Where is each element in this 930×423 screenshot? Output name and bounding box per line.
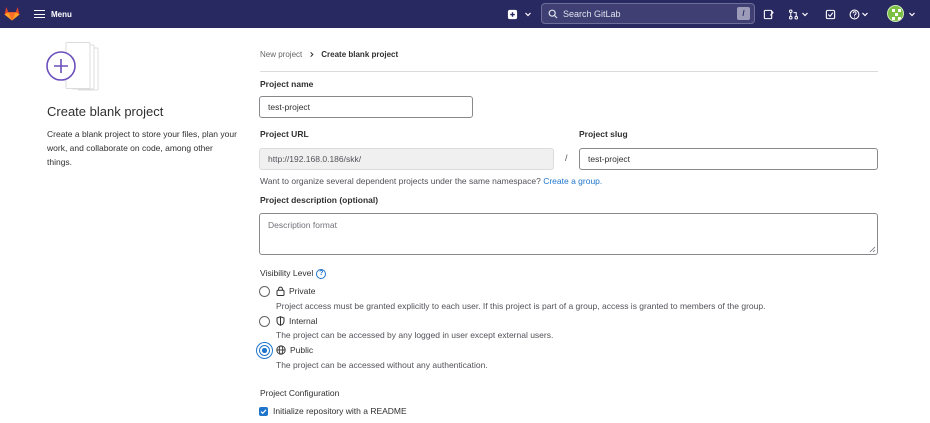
description-textarea[interactable]: Description format xyxy=(259,213,878,255)
url-separator: / xyxy=(565,153,568,163)
top-navbar: Menu Search GitLab / xyxy=(0,0,930,28)
todo-checkbox-icon xyxy=(825,9,836,19)
search-shortcut-key: / xyxy=(737,7,750,20)
visibility-internal-name: Internal xyxy=(289,316,318,326)
visibility-private-name: Private xyxy=(289,286,316,296)
breadcrumb-divider xyxy=(260,71,878,72)
project-name-label: Project name xyxy=(260,79,314,89)
visibility-private-option[interactable]: Private xyxy=(276,286,315,296)
chevron-right-icon xyxy=(310,51,314,58)
project-name-input[interactable]: test-project xyxy=(259,96,473,118)
resize-grip-icon[interactable] xyxy=(869,246,876,253)
menu-label: Menu xyxy=(51,9,72,19)
breadcrumb-current: Create blank project xyxy=(321,50,399,59)
checkmark-icon xyxy=(260,409,267,415)
issues-icon xyxy=(763,9,774,19)
visibility-public-description: The project can be accessed without any … xyxy=(276,360,488,370)
blank-project-illustration-icon xyxy=(46,42,99,91)
visibility-public-radio[interactable] xyxy=(259,345,270,356)
todos-button[interactable] xyxy=(825,7,836,21)
plus-square-icon xyxy=(507,9,518,19)
visibility-internal-radio[interactable] xyxy=(259,316,270,327)
create-new-button[interactable] xyxy=(507,7,532,21)
chevron-down-icon xyxy=(909,12,915,17)
breadcrumb: New project Create blank project xyxy=(260,50,398,59)
search-icon xyxy=(548,9,558,18)
chevron-down-icon xyxy=(862,12,868,17)
question-circle-icon xyxy=(849,9,860,19)
description-placeholder: Description format xyxy=(268,220,337,230)
identicon-icon xyxy=(892,9,901,20)
gitlab-logo-icon[interactable] xyxy=(3,4,21,22)
search-placeholder: Search GitLab xyxy=(563,8,621,19)
visibility-public-name: Public xyxy=(290,345,314,355)
visibility-internal-option[interactable]: Internal xyxy=(276,316,317,326)
project-url-label: Project URL xyxy=(260,129,309,139)
description-label: Project description (optional) xyxy=(260,195,379,205)
search-box[interactable]: Search GitLab / xyxy=(541,3,755,24)
user-menu-chevron[interactable] xyxy=(908,7,916,21)
project-slug-label: Project slug xyxy=(579,129,628,139)
chevron-down-icon xyxy=(525,12,531,17)
readme-checkbox[interactable] xyxy=(259,407,268,416)
lock-icon xyxy=(276,286,285,296)
breadcrumb-new-project[interactable]: New project xyxy=(260,50,302,59)
merge-request-icon xyxy=(788,9,799,19)
project-url-input[interactable]: http://192.168.0.186/skk/ xyxy=(259,148,554,170)
globe-icon xyxy=(276,345,286,355)
create-group-link[interactable]: Create a group. xyxy=(543,176,602,186)
merge-requests-button[interactable] xyxy=(788,7,809,21)
help-menu-button[interactable] xyxy=(849,7,869,21)
user-avatar[interactable] xyxy=(887,5,904,22)
issues-button[interactable] xyxy=(763,7,774,21)
project-configuration-label: Project Configuration xyxy=(260,388,340,398)
hamburger-icon xyxy=(34,10,45,19)
visibility-internal-description: The project can be accessed by any logge… xyxy=(276,330,554,340)
shield-icon xyxy=(276,316,285,326)
project-slug-input[interactable]: test-project xyxy=(579,148,878,170)
left-panel-title: Create blank project xyxy=(47,104,164,119)
readme-checkbox-label[interactable]: Initialize repository with a README xyxy=(273,406,407,416)
namespace-helper-text: Want to organize several dependent proje… xyxy=(260,176,602,186)
chevron-down-icon xyxy=(802,12,808,17)
left-panel-description: Create a blank project to store your fil… xyxy=(47,129,237,167)
visibility-level-label: Visibility Level? xyxy=(260,268,327,279)
visibility-public-option[interactable]: Public xyxy=(276,345,313,355)
visibility-help-icon[interactable]: ? xyxy=(316,268,327,279)
visibility-private-description: Project access must be granted explicitl… xyxy=(276,301,766,311)
visibility-private-radio[interactable] xyxy=(259,286,270,297)
menu-button[interactable]: Menu xyxy=(34,7,72,21)
namespace-helper: Want to organize several dependent proje… xyxy=(260,176,541,186)
